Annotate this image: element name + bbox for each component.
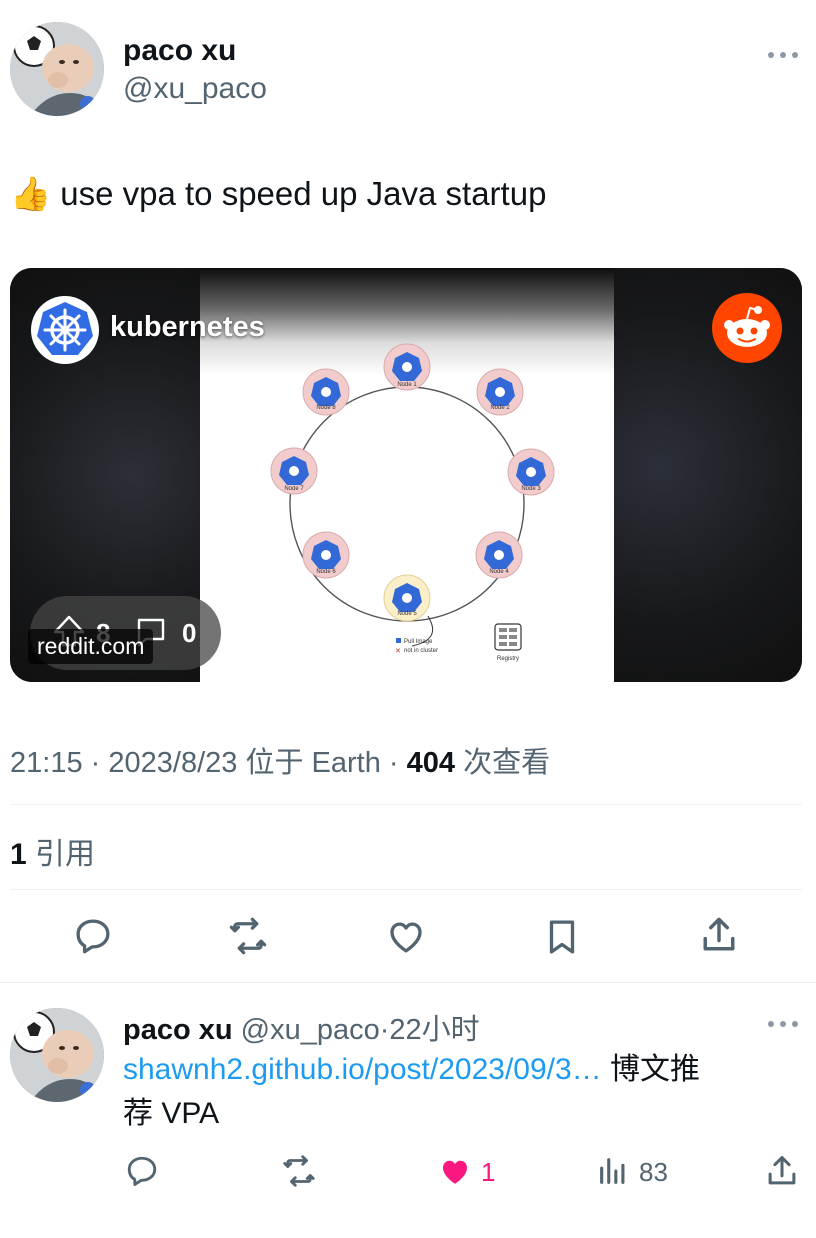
tweet-metadata: 21:15 · 2023/8/23 位于 Earth · 404 次查看 [10,747,551,779]
author-name[interactable]: paco xu [123,34,236,68]
reply-icon[interactable] [72,915,114,957]
views-count: 404 [406,747,456,779]
svg-text:Node 3: Node 3 [521,486,541,492]
media-source[interactable]: reddit.com [28,629,154,664]
tweet-location: 位于 Earth [245,747,381,779]
svg-text:Pull Image: Pull Image [404,639,433,645]
divider [10,889,802,890]
svg-text:Node 1: Node 1 [397,382,417,388]
thumbs-up-emoji: 👍 [10,175,52,212]
quote-text: shawnh2.github.io/post/2023/09/3… 博文推 荐 … [123,1053,701,1130]
views-label: 次查看 [463,747,551,779]
svg-text:Node 8: Node 8 [316,405,336,411]
diagram-node-2: Node 2 [476,368,524,416]
tweet-date[interactable]: 2023/8/23 [108,747,237,779]
registry-icon: Registry [494,623,522,662]
diagram-node-3: Node 3 [507,448,555,496]
more-horizontal-icon[interactable] [766,1016,800,1034]
svg-text:not in cluster: not in cluster [404,648,438,654]
bookmark-icon[interactable] [541,914,583,960]
channel-name[interactable]: kubernetes [110,311,265,344]
quote-like-icon[interactable] [436,1153,474,1189]
reddit-icon[interactable] [712,293,782,363]
author-avatar[interactable] [10,22,104,116]
svg-text:Node 7: Node 7 [284,486,304,492]
comment-count: 0 [182,618,197,648]
like-icon[interactable] [384,915,428,957]
quote-link[interactable]: shawnh2.github.io/post/2023/09/3… [123,1053,602,1086]
diagram-node-1: Node 1 [383,343,431,391]
diagram-node-8: Node 8 [302,368,350,416]
quote-author-avatar[interactable] [10,1008,104,1102]
tweet-text: 👍 use vpa to speed up Java startup [10,174,800,214]
quote-views-count: 83 [639,1157,668,1187]
share-icon[interactable] [697,913,741,957]
divider [10,804,802,805]
quote-like-count: 1 [481,1157,496,1187]
diagram-node-6: Node 6 [302,531,350,579]
tweet-body: use vpa to speed up Java startup [60,175,547,212]
svg-text:✕: ✕ [395,648,401,655]
diagram-node-4: Node 4 [475,531,523,579]
quote-retweet-icon[interactable] [280,1153,318,1189]
quote-author-handle[interactable]: @xu_paco [241,1014,380,1046]
kubernetes-helm-icon[interactable] [31,296,99,364]
svg-text:Registry: Registry [497,656,519,662]
author-handle[interactable]: @xu_paco [123,72,267,106]
quote-share-icon[interactable] [763,1152,801,1190]
svg-text:Node 6: Node 6 [316,569,336,575]
quote-time[interactable]: 22小时 [389,1014,479,1046]
retweet-icon[interactable] [226,915,270,957]
tweet-time[interactable]: 21:15 [10,747,83,779]
diagram-node-7: Node 7 [270,447,318,495]
svg-text:Node 5: Node 5 [397,611,417,617]
quotes-label: 引用 [35,838,96,871]
quotes-link[interactable]: 1 引用 [10,829,95,873]
more-horizontal-icon[interactable] [766,38,802,62]
media-card[interactable]: Node 1 Node 2 Node 3 Node 4 Node 5 Node … [10,268,802,682]
svg-text:Node 2: Node 2 [490,405,510,411]
divider [0,982,816,983]
quote-views-icon[interactable] [596,1154,630,1188]
quotes-count: 1 [10,838,27,871]
diagram-node-5: Node 5 [383,574,431,622]
quote-author-name[interactable]: paco xu [123,1014,233,1046]
svg-text:Node 4: Node 4 [489,569,509,575]
quote-header: paco xu @xu_paco·22小时 [123,1014,480,1046]
quote-reply-icon[interactable] [124,1153,160,1189]
